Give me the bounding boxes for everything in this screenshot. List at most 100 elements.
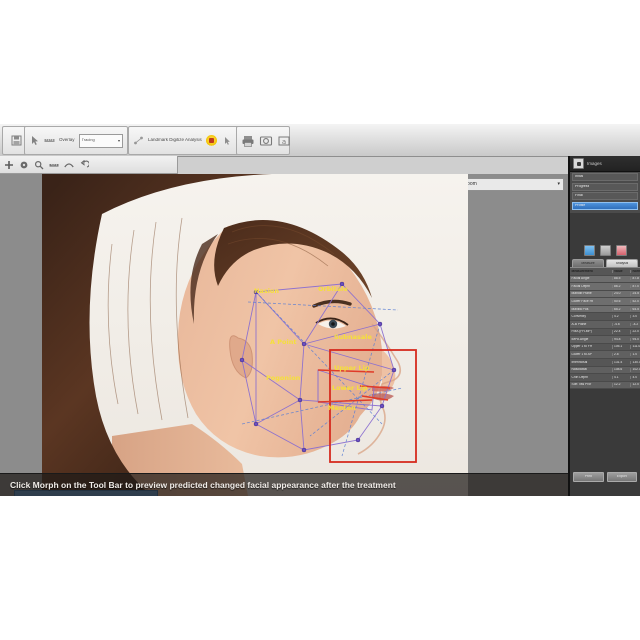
tab-label: Measure	[581, 261, 595, 265]
landmark-label-1: Nasion	[254, 287, 279, 295]
table-row[interactable]: Mandib Plane 24.0 24.5	[570, 290, 640, 299]
table-row[interactable]: Convexity 4.2 3.0	[570, 313, 640, 322]
list-item-label: Final	[575, 194, 583, 198]
table-row[interactable]: Lower 1 to AP 2.8 1.0	[570, 351, 640, 360]
export-button[interactable]: Export	[606, 472, 637, 482]
toolbar-group-export[interactable]: a	[236, 126, 290, 155]
delete-image-icon[interactable]	[615, 244, 627, 256]
zoom-select[interactable]: Zoom ▾	[460, 178, 564, 191]
cell-measurement: Convexity	[571, 315, 586, 319]
cell-value: 12.2	[611, 383, 631, 387]
ruler-tool-icon[interactable]	[49, 160, 59, 170]
cell-norm: 102.0	[630, 368, 640, 372]
cell-measurement: FMA (FH-MP)	[571, 330, 592, 334]
screenshot-stage: Overlay Tracing ▾ Landmark Digitize Anal…	[0, 0, 640, 640]
edit-image-icon[interactable]	[599, 244, 611, 256]
profile-photo-graphic: Nasion Orbitale A Point Subnasale Pogoni…	[42, 174, 468, 496]
cell-value: 50.6	[611, 299, 631, 304]
ruler-icon[interactable]	[44, 135, 55, 146]
tab-measure[interactable]: Measure	[572, 259, 604, 267]
pointer-small-icon[interactable]	[221, 135, 232, 146]
list-item[interactable]: Progress	[572, 182, 638, 191]
cell-value: 88.5	[611, 277, 631, 281]
undo-icon[interactable]	[79, 159, 89, 170]
table-row[interactable]: A-B Plane -4.6 -4.2	[570, 321, 640, 329]
landmark-label-6: Upper Lip	[334, 364, 370, 372]
panel-spacer	[570, 213, 640, 243]
landmark-label-2: Orbitale	[318, 285, 348, 293]
image-canvas[interactable]: Zoom ▾ Nasion Orbitale A Point Subnasale…	[0, 174, 568, 496]
application-window: Overlay Tracing ▾ Landmark Digitize Anal…	[0, 124, 640, 496]
tab-analysis[interactable]: Analysis	[606, 259, 638, 267]
patient-profile-photo[interactable]: Nasion Orbitale A Point Subnasale Pogoni…	[42, 174, 468, 496]
list-item-label: Progress	[575, 184, 590, 188]
curve-icon[interactable]	[64, 160, 74, 170]
toolbar-group-view[interactable]: Overlay Tracing ▾	[24, 126, 128, 155]
magnifier-icon[interactable]	[34, 160, 44, 170]
chevron-down-icon[interactable]: ▾	[557, 182, 560, 187]
cell-measurement: Facial Depth	[571, 284, 591, 288]
list-item-label: Profile	[575, 203, 586, 207]
cell-norm: 130.0	[630, 360, 640, 364]
cell-measurement: Lower Face Ht	[571, 299, 593, 303]
cell-measurement: Chin Depth	[571, 375, 589, 379]
cell-value: 131.4	[611, 360, 631, 364]
table-row[interactable]: FMA (FH-MP) 22.4 22.0	[570, 328, 640, 337]
table-row[interactable]: Maxilla Pos 65.2 64.5	[570, 305, 640, 314]
cell-norm: 94.0	[630, 337, 640, 342]
image-list[interactable]: Initial Progress Final Profile	[570, 172, 640, 213]
table-row[interactable]: IMPA Angle 94.8 94.0	[570, 336, 640, 344]
cell-measurement: Facial Angle	[571, 277, 590, 281]
table-row[interactable]: Nasolabial 108.6 102.0	[570, 366, 640, 375]
main-toolbar: Overlay Tracing ▾ Landmark Digitize Anal…	[0, 124, 640, 157]
list-item-selected[interactable]: Profile	[572, 201, 638, 210]
landmark-label-7: Lower Lip	[332, 384, 368, 392]
tab-label: Analysis	[615, 261, 629, 265]
chevron-down-icon[interactable]: ▾	[118, 138, 120, 143]
measure-icon[interactable]: a	[277, 134, 291, 148]
table-row[interactable]: Upper 1 to FH 105.1 111.0	[570, 343, 640, 352]
right-panel: Images Initial Progress Final Profile Me…	[568, 156, 640, 496]
list-item[interactable]: Final	[572, 192, 638, 200]
panel-footer-buttons: Print Export	[570, 470, 640, 484]
capture-icon[interactable]	[259, 134, 273, 148]
toolbar-group-analysis[interactable]: Landmark Digitize Analysis	[128, 126, 242, 155]
toolbar-analysis-label: Landmark Digitize Analysis	[148, 138, 202, 143]
morph-icon[interactable]	[205, 135, 217, 146]
cell-norm: 111.0	[630, 345, 640, 349]
plus-icon[interactable]	[4, 160, 14, 170]
add-image-icon[interactable]	[583, 244, 595, 256]
cell-norm: 4.0	[630, 375, 640, 380]
table-row[interactable]: Facial Angle 88.5 87.8	[570, 275, 640, 284]
cell-norm: 87.8	[630, 277, 640, 281]
list-item[interactable]: Initial	[572, 173, 638, 181]
landmark-label-4: Subnasale	[334, 333, 372, 341]
cell-norm: 3.0	[630, 315, 640, 319]
toolbar-view-label: Overlay	[59, 138, 75, 143]
cell-norm: 22.0	[630, 330, 640, 334]
cell-measurement: Lower 1 to AP	[571, 353, 593, 357]
move-icon[interactable]	[19, 160, 29, 170]
table-row[interactable]: Interincisal 131.4 130.0	[570, 359, 640, 367]
landmark-label-8: Menton	[328, 404, 356, 412]
print-icon[interactable]	[241, 134, 255, 148]
table-row[interactable]: Soft Tiss Prof 12.2 12.0	[570, 381, 640, 390]
svg-text:a: a	[282, 138, 286, 146]
print-button[interactable]: Print	[573, 472, 604, 482]
table-row[interactable]: Lower Face Ht 50.6 52.0	[570, 298, 640, 306]
cell-measurement: Soft Tiss Prof	[571, 383, 592, 387]
analysis-table[interactable]: Measurement Value Norm Facial Angle 88.5…	[570, 267, 640, 390]
cell-measurement: Maxilla Pos	[571, 307, 589, 311]
save-icon[interactable]	[11, 135, 22, 146]
zoom-select-value: Zoom	[464, 182, 477, 187]
tracing-layer-select[interactable]: Tracing ▾	[78, 133, 123, 148]
pointer-icon[interactable]	[29, 135, 40, 146]
cell-norm: 87.0	[630, 284, 640, 289]
cell-value: 65.2	[611, 307, 631, 311]
cell-value: -4.6	[611, 322, 631, 326]
table-row[interactable]: Facial Depth 86.2 87.0	[570, 283, 640, 291]
tracing-layer-value: Tracing	[81, 137, 95, 142]
cell-value: 94.8	[611, 337, 631, 342]
table-row[interactable]: Chin Depth 4.1 4.0	[570, 374, 640, 382]
node-icon[interactable]	[133, 135, 144, 146]
